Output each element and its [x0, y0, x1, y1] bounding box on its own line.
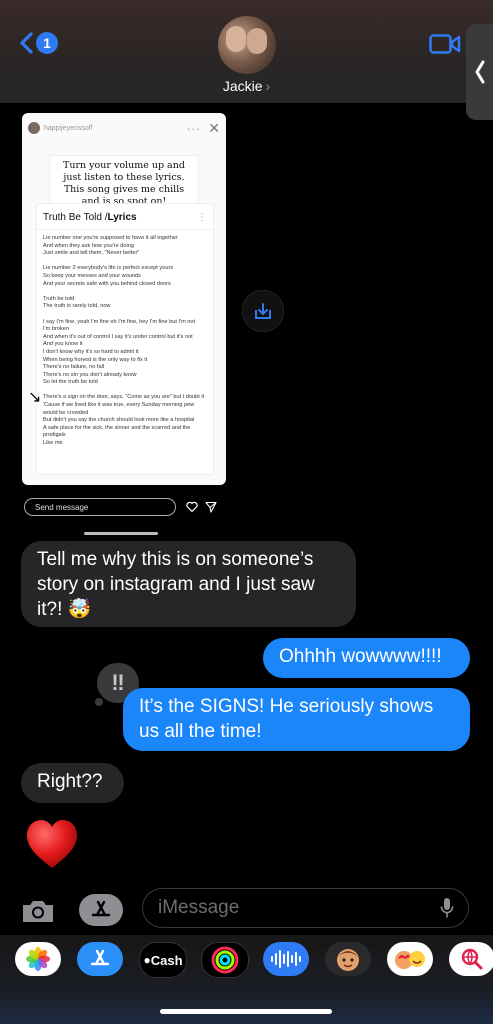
- chevron-left-icon: [20, 32, 33, 54]
- avatar-face: [247, 28, 267, 54]
- activity-icon[interactable]: [201, 942, 249, 978]
- tapback-tail: [95, 698, 103, 706]
- memoji-face-icon: [337, 949, 359, 971]
- lyrics-title-prefix: Truth Be Told /: [43, 212, 108, 223]
- chevron-right-icon: ›: [265, 78, 271, 94]
- contact-name-button[interactable]: Jackie ›: [0, 78, 493, 94]
- save-image-button[interactable]: [242, 290, 284, 332]
- lyrics-title-bold: Lyrics: [107, 212, 137, 223]
- apps-button[interactable]: [79, 894, 123, 926]
- compose-bar: iMessage: [0, 885, 493, 935]
- lyrics-title: Truth Be Told / Lyrics ⋮: [37, 204, 213, 230]
- photos-icon[interactable]: [15, 942, 61, 976]
- imessage-input[interactable]: iMessage: [142, 888, 469, 928]
- lyrics-card: Truth Be Told / Lyrics ⋮ Lie number one y…: [36, 203, 214, 475]
- avatar-face: [226, 26, 246, 52]
- app-store-icon: [91, 900, 111, 917]
- activity-rings-icon: [211, 946, 239, 974]
- camera-icon[interactable]: [20, 897, 56, 925]
- story-screenshot[interactable]: happijeyerissoff ··· ✕ Turn your volume u…: [22, 113, 226, 485]
- arrow-down-right-icon: ↘: [28, 389, 42, 406]
- apple-logo-icon: ●: [143, 953, 151, 967]
- apple-cash-label: Cash: [150, 952, 183, 968]
- chevron-left-icon: [475, 60, 484, 84]
- download-icon: [255, 303, 271, 319]
- microphone-icon[interactable]: [440, 897, 454, 919]
- app-store-glyph: [90, 949, 110, 966]
- close-icon: ··· ✕: [186, 119, 220, 136]
- share-plane-icon: [205, 501, 217, 513]
- facetime-video-icon[interactable]: [429, 34, 461, 54]
- message-bubble-sent[interactable]: Ohhhh wowwww!!!!: [263, 638, 470, 678]
- side-panel-handle[interactable]: [466, 24, 493, 120]
- memoji-stickers-icon[interactable]: [387, 942, 433, 976]
- story-progress-line: [84, 532, 158, 535]
- unread-badge: 1: [36, 32, 58, 54]
- home-indicator[interactable]: [160, 1009, 332, 1014]
- more-icon: ···: [186, 119, 201, 136]
- app-store-icon[interactable]: [77, 942, 123, 976]
- more-icon: ⋮: [197, 212, 207, 223]
- globe-search-icon: [461, 948, 483, 970]
- message-bubble-received[interactable]: Tell me why this is on someone’s story o…: [21, 541, 356, 627]
- send-message-field: Send message: [24, 498, 176, 516]
- message-bubble-received[interactable]: Right??: [21, 763, 124, 803]
- lyrics-text: Lie number one you're supposed to have i…: [43, 235, 205, 447]
- heart-emoji-icon[interactable]: [24, 816, 80, 872]
- contact-name: Jackie: [222, 78, 263, 94]
- story-username: happijeyerissoff: [44, 124, 93, 132]
- imessage-placeholder: iMessage: [158, 897, 240, 918]
- waveform-icon: [271, 950, 301, 968]
- story-avatar: [28, 122, 40, 134]
- memoji-icon[interactable]: [325, 942, 371, 976]
- apple-cash-icon[interactable]: ● Cash: [139, 942, 187, 978]
- conversation-header: 1 Jackie ›: [0, 0, 493, 103]
- heart-outline-icon: [186, 501, 198, 513]
- contact-avatar[interactable]: [218, 16, 276, 74]
- story-header: happijeyerissoff ··· ✕: [22, 113, 226, 143]
- message-bubble-sent[interactable]: It’s the SIGNS! He seriously shows us al…: [123, 688, 470, 751]
- back-button[interactable]: 1: [18, 32, 58, 54]
- audio-message-icon[interactable]: [263, 942, 309, 976]
- double-exclamation-icon: ‼: [111, 670, 125, 695]
- sticker-faces-icon: [395, 951, 425, 969]
- photos-flower-icon: [26, 947, 50, 971]
- web-search-icon[interactable]: [449, 942, 493, 976]
